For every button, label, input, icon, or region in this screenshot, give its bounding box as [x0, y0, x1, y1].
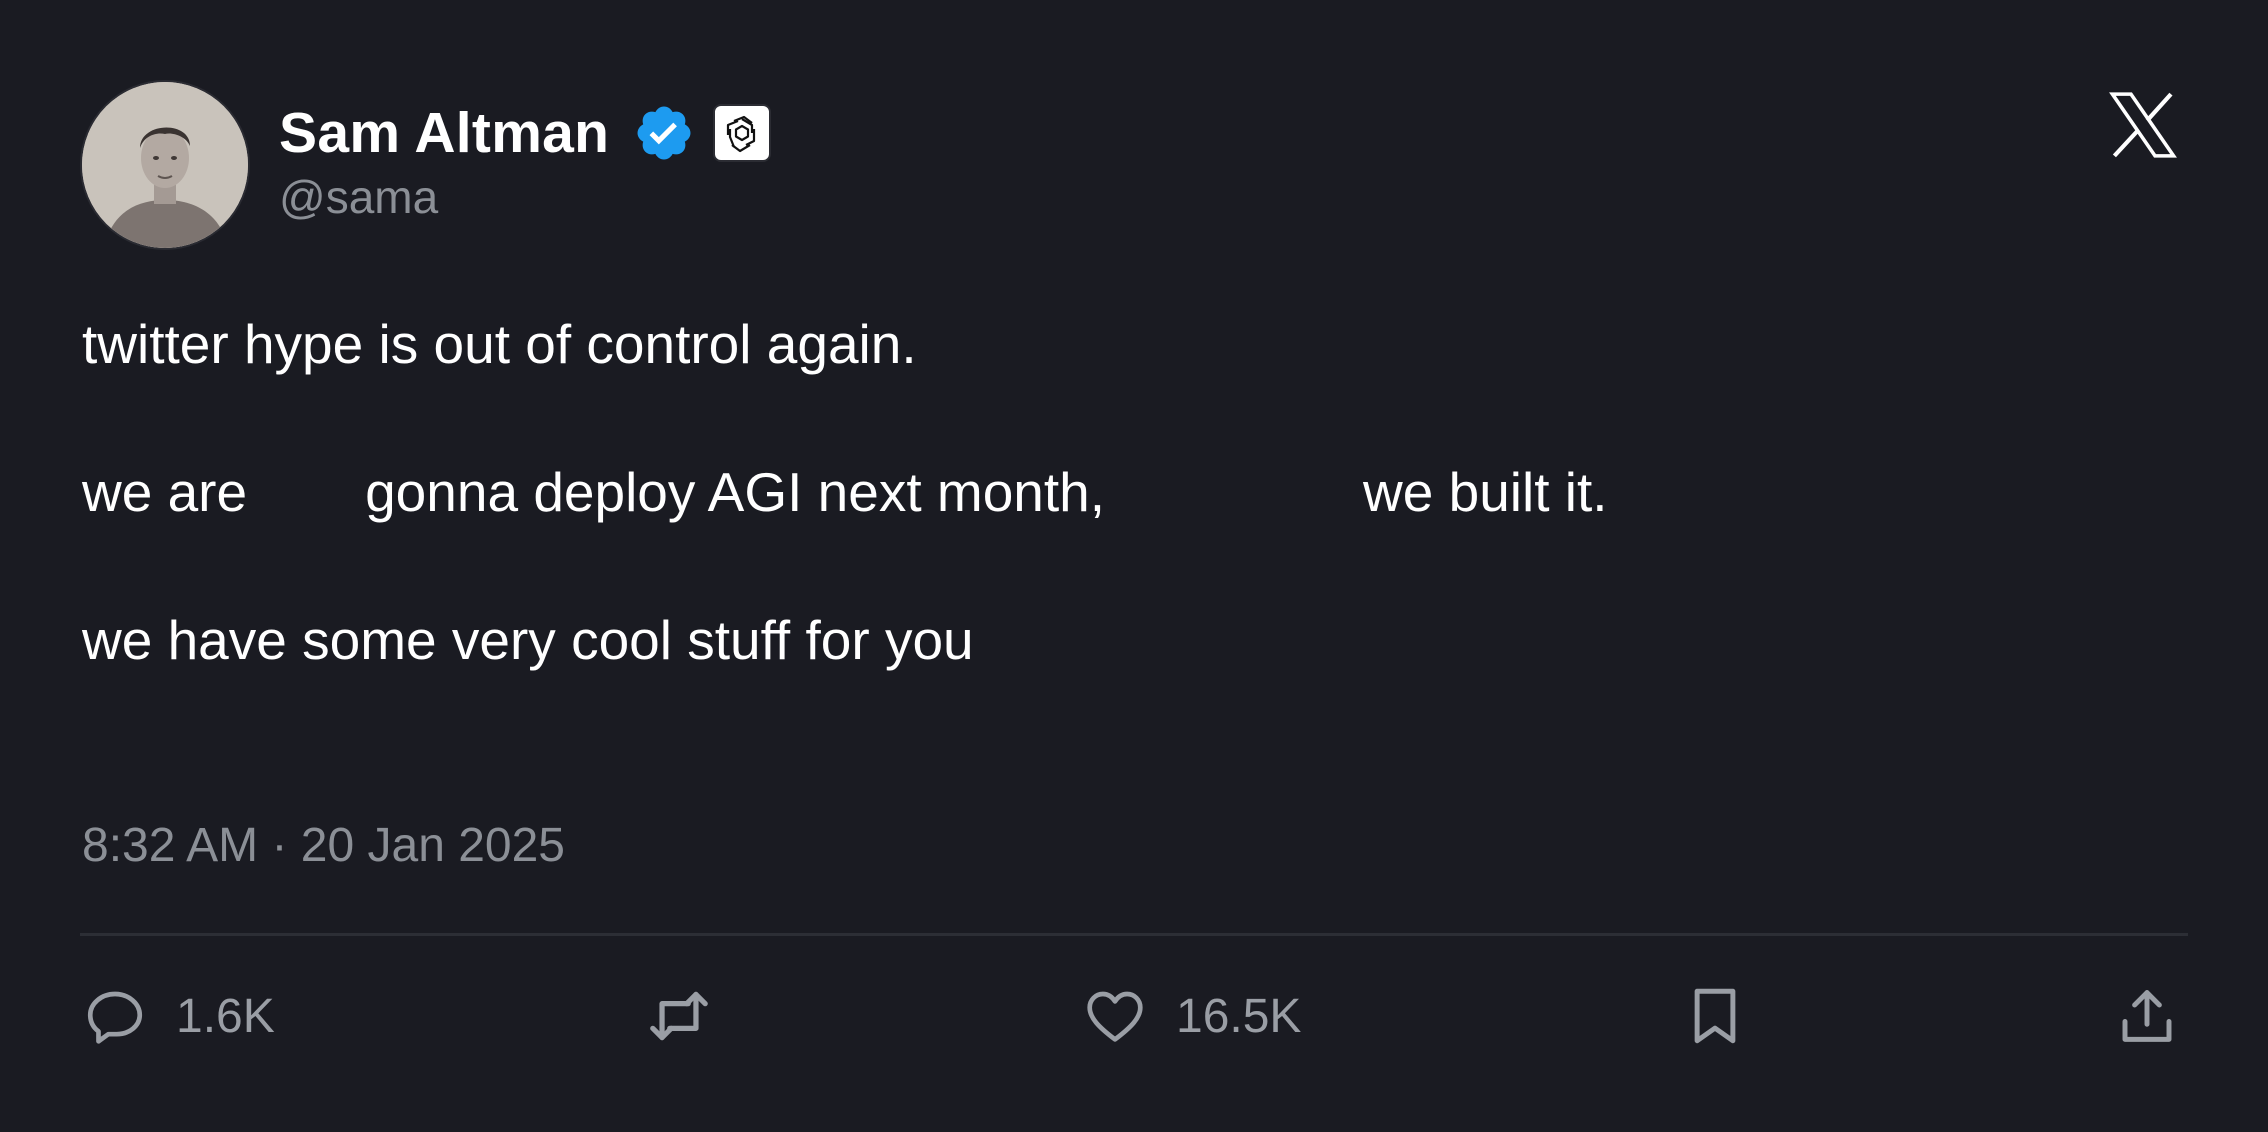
verified-badge-icon[interactable]	[633, 102, 695, 164]
divider	[80, 933, 2188, 936]
like-count: 16.5K	[1176, 989, 1302, 1043]
tweet-text-fragment: we built it.	[1363, 461, 1608, 523]
bookmark-button[interactable]	[1682, 976, 1748, 1056]
tweet-text-line-3: we have some very cool stuff for you	[82, 609, 974, 671]
bookmark-icon	[1694, 988, 1736, 1044]
retweet-icon	[650, 991, 708, 1041]
x-logo-icon[interactable]	[2104, 86, 2182, 164]
tweet-text-line-1: twitter hype is out of control again.	[82, 313, 917, 375]
tweet-card: Sam Altman @sama twitter hype is out of …	[0, 0, 2268, 1132]
share-button[interactable]	[2114, 976, 2180, 1056]
avatar[interactable]	[82, 82, 248, 248]
tweet-timestamp[interactable]: 8:32 AM · 20 Jan 2025	[82, 818, 565, 873]
author-name-row: Sam Altman	[279, 96, 772, 170]
tweet-text-fragment: we are	[82, 461, 248, 523]
tweet-text-line-2: we are gonna deploy AGI next month, we bui…	[82, 457, 1608, 527]
share-icon	[2122, 990, 2172, 1042]
openai-logo-icon[interactable]	[713, 104, 772, 162]
display-name[interactable]: Sam Altman	[279, 100, 609, 166]
reply-count: 1.6K	[176, 989, 275, 1043]
author-handle[interactable]: @sama	[279, 170, 438, 224]
like-icon	[1087, 991, 1143, 1042]
retweet-button[interactable]	[642, 976, 716, 1056]
reply-button[interactable]: 1.6K	[82, 976, 275, 1056]
avatar-photo	[82, 82, 248, 248]
tweet-text-fragment: gonna deploy AGI next month,	[365, 461, 1106, 523]
reply-icon	[87, 991, 143, 1044]
like-button[interactable]: 16.5K	[1082, 976, 1301, 1056]
